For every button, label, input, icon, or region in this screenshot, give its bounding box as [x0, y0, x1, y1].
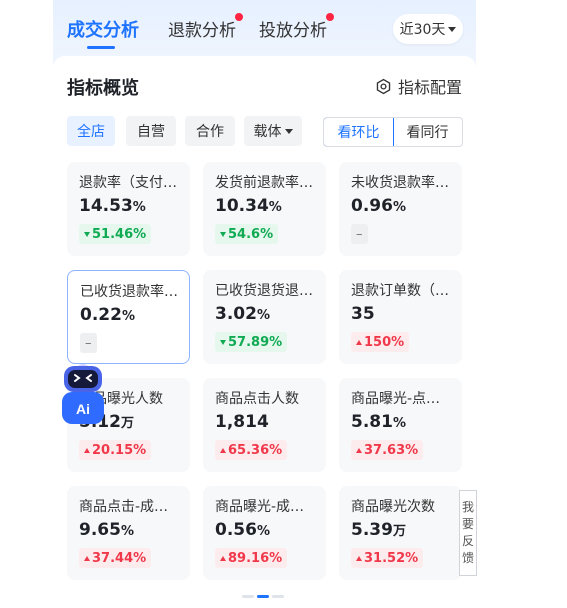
metric-value: 1,814 [215, 412, 269, 432]
date-range-dropdown[interactable]: 近30天 [393, 14, 463, 44]
tab-ad-analysis[interactable]: 投放分析 [259, 13, 334, 41]
settings-icon [376, 78, 391, 94]
trend-up-icon [84, 555, 90, 561]
notification-dot [235, 13, 243, 21]
page-indicator [242, 595, 284, 598]
filter-self-run[interactable]: 自营 [126, 116, 176, 146]
metric-change-badge: 57.89% [215, 332, 288, 352]
metric-tile[interactable]: 商品曝光-成… 0.56% 89.16% [203, 486, 326, 580]
notification-dot [326, 13, 334, 21]
metric-tile[interactable]: 商品点击-成… 9.65% 37.44% [67, 486, 190, 580]
trend-up-icon [356, 339, 362, 345]
ai-assistant-button[interactable]: Ai [59, 358, 107, 426]
trend-up-icon [220, 447, 226, 453]
metric-name: 已收货退货退… [215, 283, 313, 299]
compare-peers-option[interactable]: 看同行 [393, 118, 462, 146]
tab-deal-analysis[interactable]: 成交分析 [67, 16, 139, 42]
metric-value: 0.22% [80, 305, 135, 325]
metric-value: 5.39万 [351, 520, 406, 540]
caret-down-icon [284, 128, 293, 134]
trend-up-icon [356, 447, 362, 453]
metric-change-badge: 89.16% [215, 548, 288, 568]
metric-name: 商品点击-成… [79, 499, 169, 515]
feedback-tab[interactable]: 我要反馈 [459, 490, 477, 576]
metric-change-badge: 37.44% [79, 548, 152, 568]
metric-value: 9.65% [79, 520, 134, 540]
metric-change-badge: – [80, 333, 97, 353]
metric-tile[interactable]: 商品曝光次数 5.39万 31.52% [339, 486, 462, 580]
trend-down-icon [84, 231, 90, 237]
metric-change-badge: 65.36% [215, 440, 288, 460]
config-label: 指标配置 [397, 78, 462, 97]
caret-down-icon [448, 26, 457, 32]
metric-tile[interactable]: 商品曝光-点… 5.81% 37.63% [339, 378, 462, 472]
metric-name: 退款订单数（… [351, 283, 449, 299]
metric-value: 0.56% [215, 520, 270, 540]
metric-value: 0.96% [351, 196, 406, 216]
metric-name: 商品曝光-成… [215, 499, 305, 515]
metric-value: 5.81% [351, 412, 406, 432]
compare-period-option[interactable]: 看环比 [324, 118, 394, 146]
metric-change-badge: 150% [351, 332, 410, 352]
metric-name: 已收货退款率… [80, 284, 178, 300]
filter-carrier-label: 载体 [253, 124, 282, 140]
page-dot [242, 595, 254, 598]
filter-all-store[interactable]: 全店 [67, 116, 115, 146]
tab-refund-analysis[interactable]: 退款分析 [168, 13, 243, 41]
metric-name: 商品点击人数 [215, 391, 299, 407]
metric-change-badge: – [351, 224, 368, 244]
feedback-label: 我要反馈 [462, 500, 475, 565]
overview-card: 指标概览 指标配置 全店 自营 合作 载体 看环比 看同行 退款率（支付… 14.… [53, 56, 476, 608]
metric-value: 35 [351, 304, 375, 324]
top-tabs: 成交分析 退款分析 投放分析 近30天 [53, 0, 476, 56]
compare-toggle: 看环比 看同行 [323, 117, 463, 147]
metric-name: 发货前退款率… [215, 175, 313, 191]
overview-title: 指标概览 [67, 78, 139, 99]
active-tab-underline [87, 46, 115, 49]
metric-value: 3.02% [215, 304, 270, 324]
trend-down-icon [220, 339, 226, 345]
trend-up-icon [356, 555, 362, 561]
metric-tile[interactable]: 退款率（支付… 14.53% 51.46% [67, 162, 190, 256]
page-dot-active [257, 595, 269, 598]
robot-icon: Ai [62, 364, 104, 424]
metric-tile[interactable]: 未收货退款率… 0.96% – [339, 162, 462, 256]
metric-name: 商品曝光-点… [351, 391, 441, 407]
trend-down-icon [220, 231, 226, 237]
config-button[interactable]: 指标配置 [375, 74, 462, 98]
metric-change-badge: 37.63% [351, 440, 424, 460]
metric-value: 10.34% [215, 196, 282, 216]
metric-value: 14.53% [79, 196, 146, 216]
metric-name: 商品曝光次数 [351, 499, 435, 515]
metric-tile[interactable]: 已收货退货退… 3.02% 57.89% [203, 270, 326, 364]
metric-tile[interactable]: 商品点击人数 1,814 65.36% [203, 378, 326, 472]
assistant-label: Ai [76, 401, 90, 417]
date-range-label: 近30天 [399, 22, 446, 38]
metric-tile[interactable]: 退款订单数（… 35 150% [339, 270, 462, 364]
filter-cooperation[interactable]: 合作 [185, 116, 235, 146]
filter-carrier-dropdown[interactable]: 载体 [244, 116, 302, 146]
app-panel: 成交分析 退款分析 投放分析 近30天 指标概览 指标配置 全店 自营 合作 载… [53, 0, 476, 608]
trend-up-icon [84, 447, 90, 453]
metric-tile[interactable]: 已收货退款率… 0.22% – [67, 270, 190, 364]
metric-change-badge: 54.6% [215, 224, 279, 244]
metric-change-badge: 20.15% [79, 440, 152, 460]
metric-change-badge: 31.52% [351, 548, 424, 568]
metric-name: 退款率（支付… [79, 175, 177, 191]
metric-change-badge: 51.46% [79, 224, 152, 244]
trend-up-icon [220, 555, 226, 561]
page-dot [272, 595, 284, 598]
metric-name: 未收货退款率… [351, 175, 449, 191]
metric-tile[interactable]: 发货前退款率… 10.34% 54.6% [203, 162, 326, 256]
